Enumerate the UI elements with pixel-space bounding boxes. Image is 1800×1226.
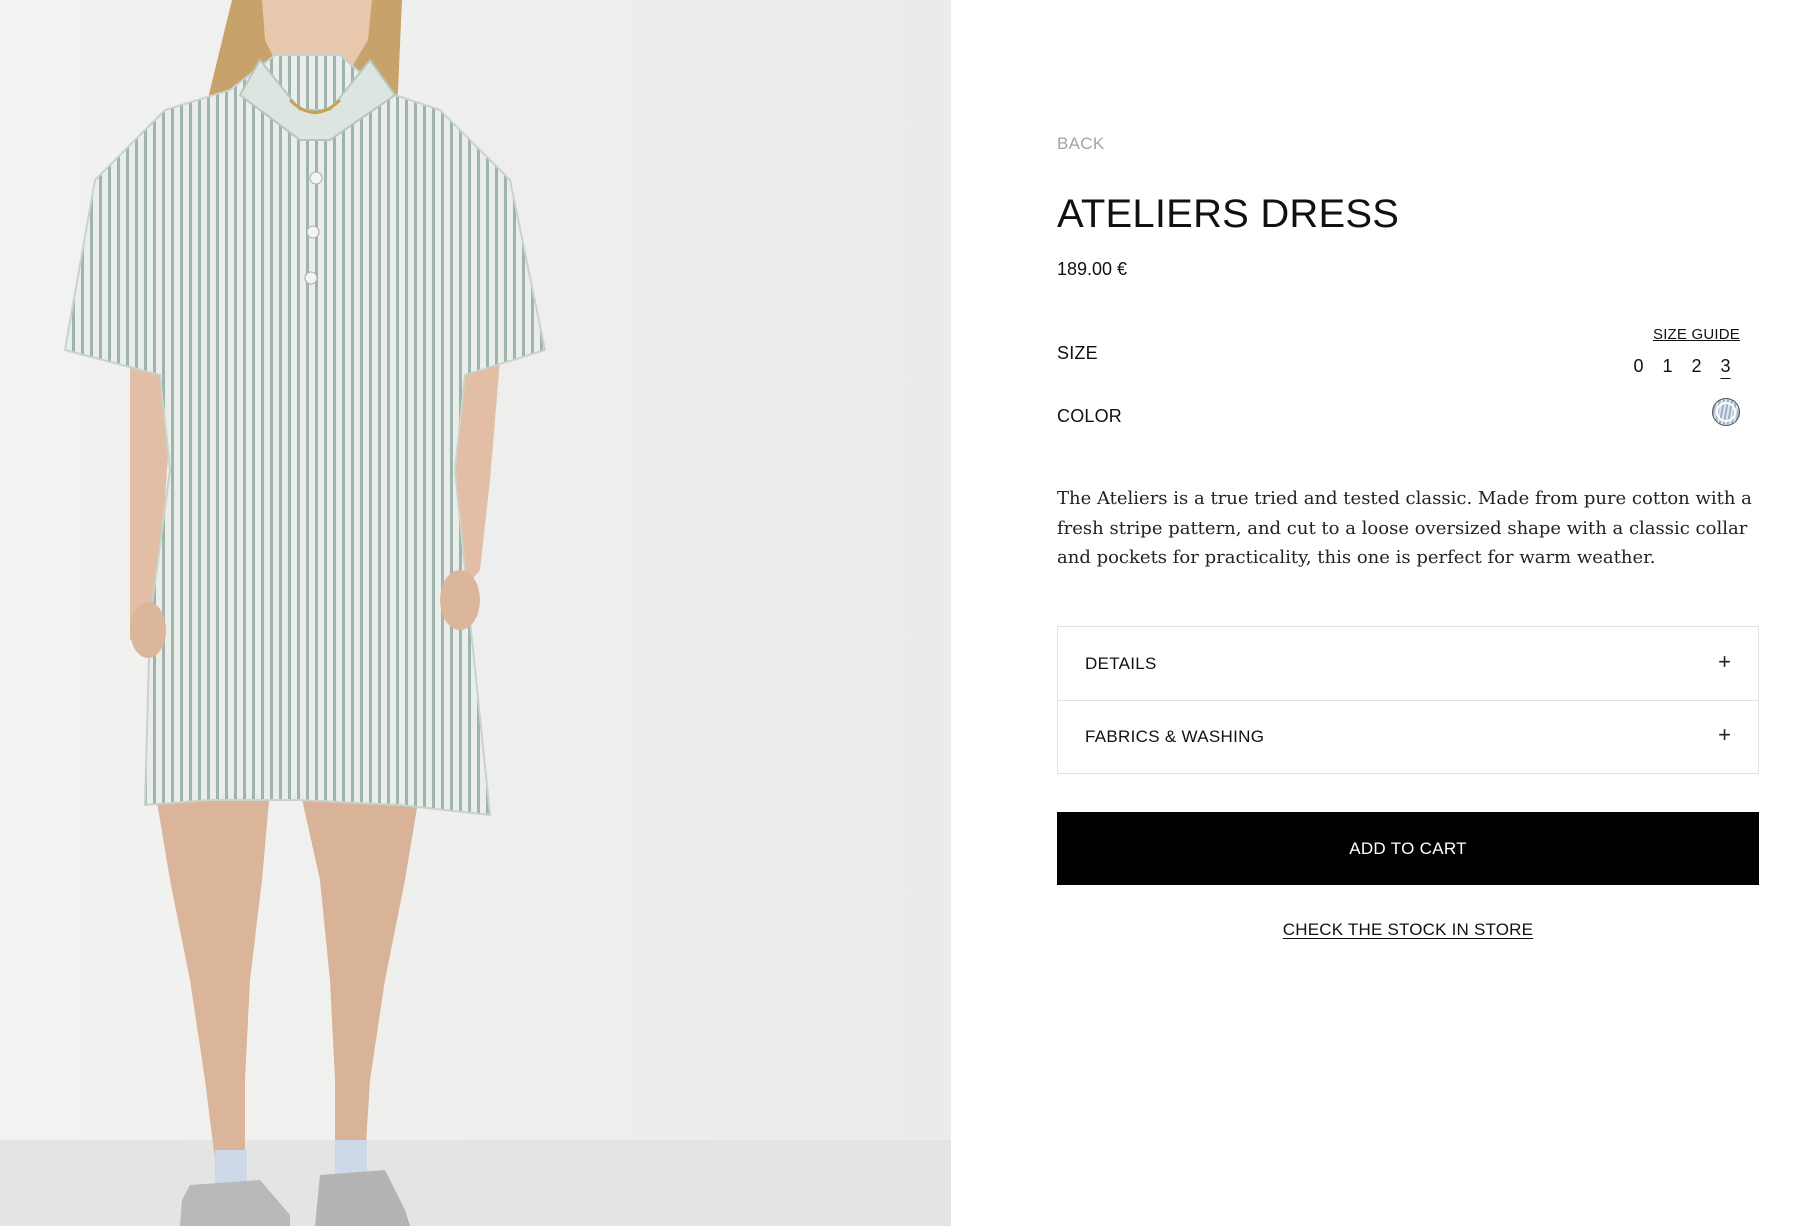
accordion-details-label: DETAILS <box>1085 653 1157 673</box>
product-page: BACK ATELIERS DRESS 189.00 € SIZE SIZE G… <box>0 0 1800 1226</box>
size-option-2[interactable]: 2 <box>1682 356 1711 380</box>
product-photo <box>0 0 951 1226</box>
size-label: SIZE <box>1057 343 1098 363</box>
size-guide-link[interactable]: SIZE GUIDE <box>1653 326 1740 343</box>
product-price: 189.00 € <box>1057 259 1128 279</box>
accordion-fabrics-label: FABRICS & WASHING <box>1085 727 1265 746</box>
product-description: The Ateliers is a true tried and tested … <box>1057 488 1752 568</box>
color-label: COLOR <box>1057 406 1123 426</box>
back-link[interactable]: BACK <box>1057 134 1105 154</box>
color-swatch-stripe[interactable] <box>1712 398 1740 426</box>
product-title: ATELIERS DRESS <box>1057 192 1400 236</box>
plus-icon: + <box>1718 722 1731 747</box>
size-selector: 0 1 2 3 <box>1624 356 1740 380</box>
accordion-details[interactable]: DETAILS + <box>1058 627 1758 700</box>
plus-icon: + <box>1718 648 1731 674</box>
check-stock-link[interactable]: CHECK THE STOCK IN STORE <box>1057 920 1759 940</box>
product-accordion: DETAILS + FABRICS & WASHING + <box>1057 626 1759 774</box>
size-option-3[interactable]: 3 <box>1711 356 1740 380</box>
product-image <box>0 0 951 1226</box>
add-to-cart-button[interactable]: ADD TO CART <box>1057 812 1759 885</box>
product-info-panel: BACK ATELIERS DRESS 189.00 € SIZE SIZE G… <box>1057 0 1759 1226</box>
accordion-fabrics-washing[interactable]: FABRICS & WASHING + <box>1058 700 1758 773</box>
size-option-1[interactable]: 1 <box>1653 356 1682 380</box>
size-option-0[interactable]: 0 <box>1624 356 1653 380</box>
